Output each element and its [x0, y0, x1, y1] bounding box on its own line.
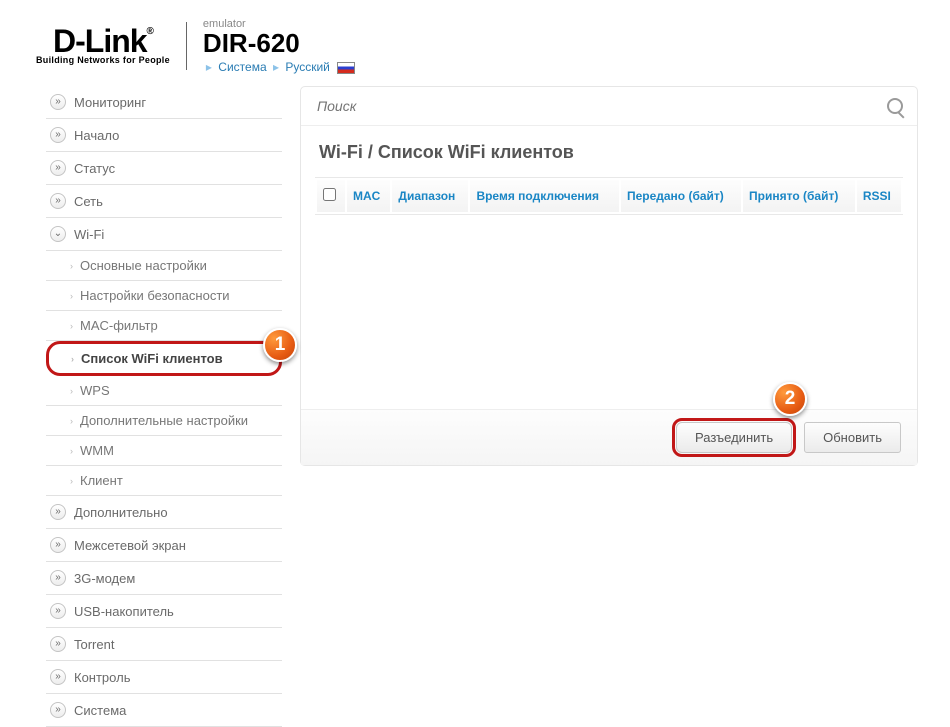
footer-buttons: Разъединить Обновить 2: [301, 409, 917, 465]
chevron-right-icon: ›: [70, 261, 73, 271]
clients-table: MAC Диапазон Время подключения Передано …: [315, 177, 903, 215]
col-mac[interactable]: MAC: [347, 180, 390, 212]
expand-icon: »: [50, 636, 66, 652]
col-tx[interactable]: Передано (байт): [621, 180, 741, 212]
expand-icon: »: [50, 504, 66, 520]
expand-icon: »: [50, 127, 66, 143]
sidebar-item-usb[interactable]: »USB-накопитель: [46, 595, 282, 628]
brand-logo: D-Link® Building Networks for People: [36, 27, 170, 66]
chevron-right-icon: ›: [70, 321, 73, 331]
collapse-icon: ⌄: [50, 226, 66, 242]
sidebar-sub-advanced[interactable]: ›Дополнительные настройки: [46, 406, 282, 436]
sidebar-sub-client[interactable]: ›Клиент: [46, 466, 282, 496]
expand-icon: »: [50, 160, 66, 176]
disconnect-button[interactable]: Разъединить: [676, 422, 792, 453]
sidebar-item-control[interactable]: »Контроль: [46, 661, 282, 694]
divider: [186, 22, 187, 70]
chevron-right-icon: ▸: [273, 60, 279, 74]
search-bar: [301, 87, 917, 126]
expand-icon: »: [50, 537, 66, 553]
chevron-right-icon: ›: [70, 446, 73, 456]
sidebar-item-wifi[interactable]: ⌄Wi-Fi: [46, 218, 282, 251]
sidebar-item-status[interactable]: »Статус: [46, 152, 282, 185]
expand-icon: »: [50, 570, 66, 586]
brand-tagline: Building Networks for People: [36, 55, 170, 65]
sidebar-item-additional[interactable]: »Дополнительно: [46, 496, 282, 529]
sidebar-sub-security[interactable]: ›Настройки безопасности: [46, 281, 282, 311]
breadcrumb-language[interactable]: Русский: [285, 60, 330, 74]
expand-icon: »: [50, 193, 66, 209]
sidebar: »Мониторинг »Начало »Статус »Сеть ⌄Wi-Fi…: [46, 86, 282, 727]
chevron-right-icon: ›: [70, 476, 73, 486]
chevron-right-icon: ›: [70, 386, 73, 396]
sidebar-item-system[interactable]: »Система: [46, 694, 282, 727]
search-input[interactable]: [315, 97, 887, 115]
sidebar-sub-wmm[interactable]: ›WMM: [46, 436, 282, 466]
expand-icon: »: [50, 669, 66, 685]
sidebar-item-3gmodem[interactable]: »3G-модем: [46, 562, 282, 595]
chevron-right-icon: ›: [70, 291, 73, 301]
sidebar-sub-macfilter[interactable]: ›MAC-фильтр: [46, 311, 282, 341]
expand-icon: »: [50, 702, 66, 718]
chevron-right-icon: ›: [71, 354, 74, 364]
breadcrumb: ▸ Система ▸ Русский: [203, 60, 355, 74]
table-header-row: MAC Диапазон Время подключения Передано …: [317, 180, 901, 212]
select-all-checkbox[interactable]: [323, 188, 336, 201]
col-band[interactable]: Диапазон: [392, 180, 468, 212]
sidebar-item-firewall[interactable]: »Межсетевой экран: [46, 529, 282, 562]
model-name: DIR-620: [203, 30, 355, 56]
sidebar-item-start[interactable]: »Начало: [46, 119, 282, 152]
brand-name: D-Link®: [53, 27, 153, 56]
breadcrumb-system[interactable]: Система: [218, 60, 266, 74]
sidebar-item-monitoring[interactable]: »Мониторинг: [46, 86, 282, 119]
page-title: Wi-Fi / Список WiFi клиентов: [301, 126, 917, 177]
refresh-button[interactable]: Обновить: [804, 422, 901, 453]
expand-icon: »: [50, 94, 66, 110]
sidebar-sub-basic[interactable]: ›Основные настройки: [46, 251, 282, 281]
sidebar-item-torrent[interactable]: »Torrent: [46, 628, 282, 661]
sidebar-item-network[interactable]: »Сеть: [46, 185, 282, 218]
header: D-Link® Building Networks for People emu…: [0, 0, 950, 86]
sidebar-sub-clientlist[interactable]: › Список WiFi клиентов 1: [46, 341, 282, 376]
chevron-right-icon: ›: [70, 416, 73, 426]
sidebar-sub-wps[interactable]: ›WPS: [46, 376, 282, 406]
annotation-badge-1: 1: [263, 328, 297, 362]
model-block: emulator DIR-620 ▸ Система ▸ Русский: [203, 18, 355, 74]
col-rx[interactable]: Принято (байт): [743, 180, 855, 212]
col-conntime[interactable]: Время подключения: [470, 180, 619, 212]
expand-icon: »: [50, 603, 66, 619]
chevron-right-icon: ▸: [206, 60, 212, 74]
main-panel: Wi-Fi / Список WiFi клиентов MAC Диапазо…: [300, 86, 918, 466]
flag-ru-icon: [337, 62, 355, 74]
col-rssi[interactable]: RSSI: [857, 180, 901, 212]
annotation-badge-2: 2: [773, 382, 807, 416]
search-icon[interactable]: [887, 98, 903, 114]
